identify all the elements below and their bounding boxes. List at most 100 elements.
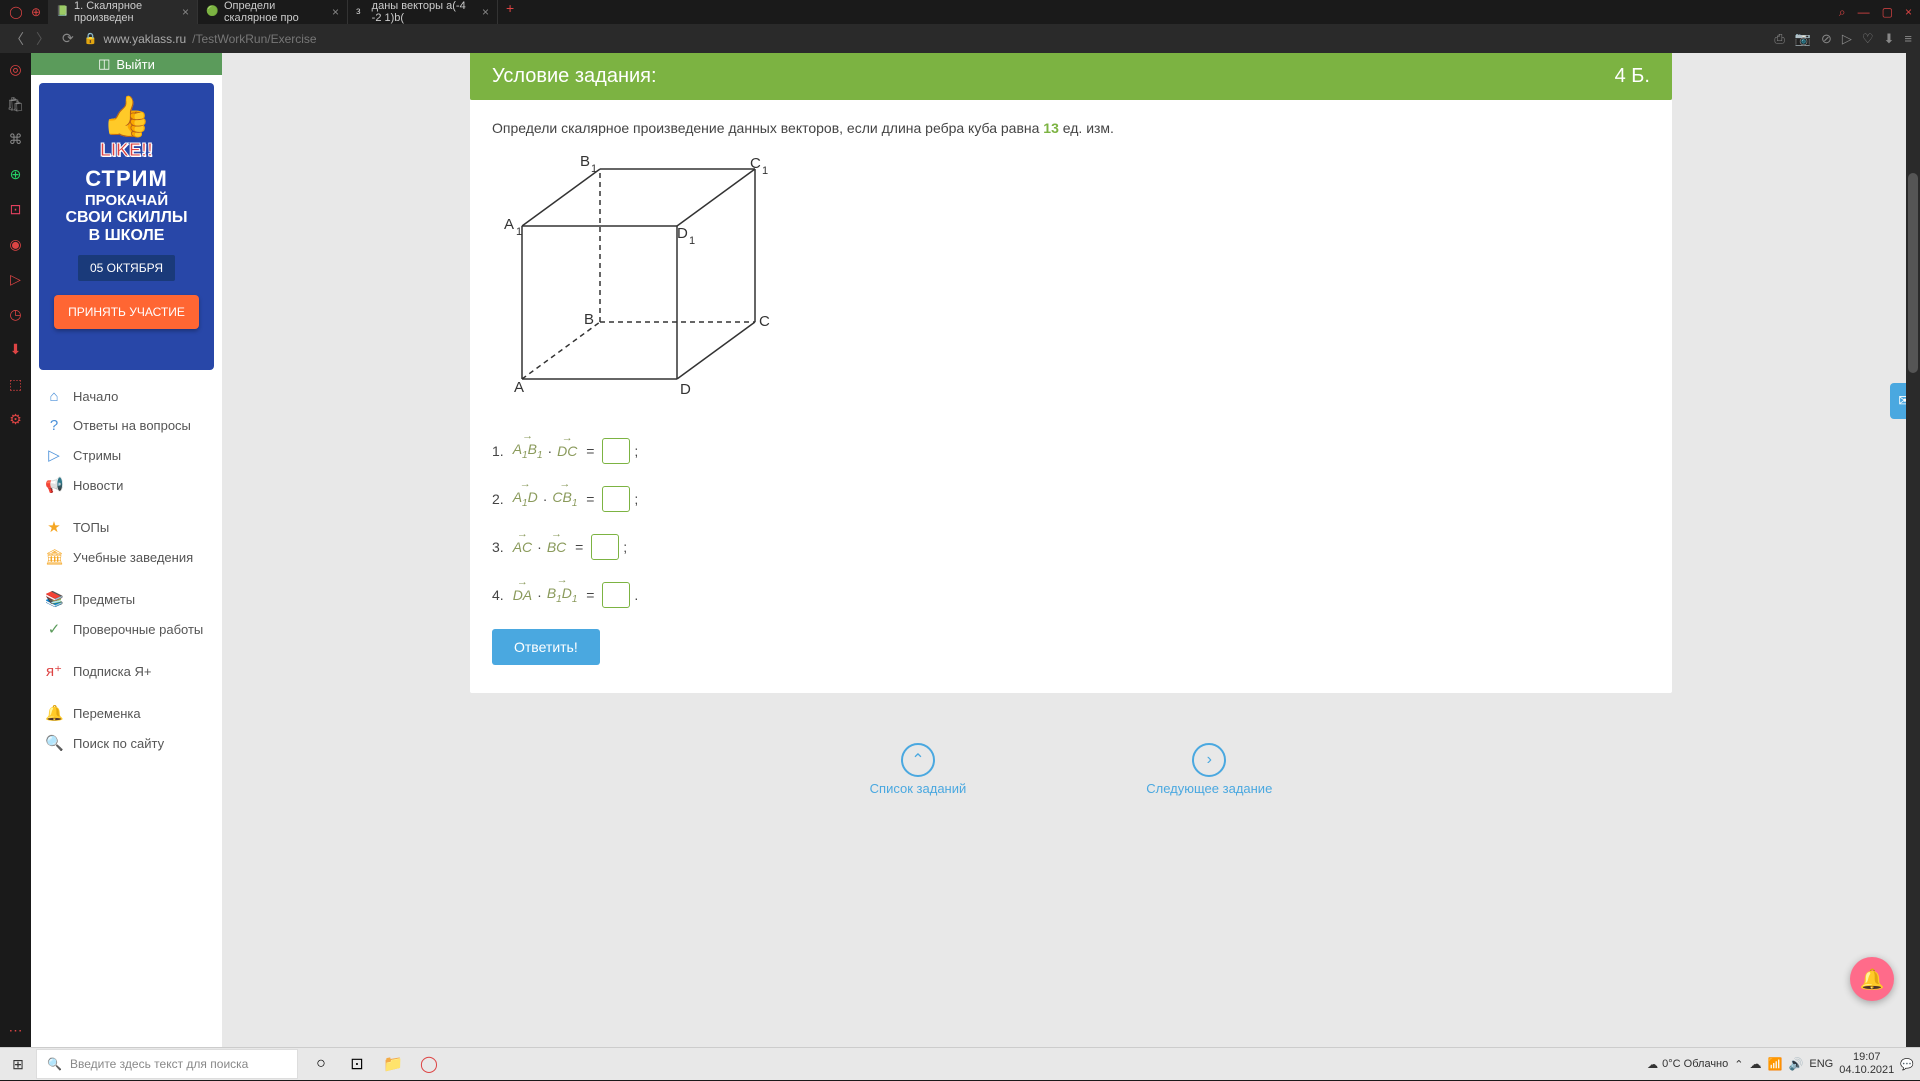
send-icon[interactable]: ▷ [1842,31,1852,47]
text: ед. изм. [1059,120,1114,136]
task-list-button[interactable]: ⌃ Список заданий [870,743,967,796]
maximize-button[interactable]: ▢ [1882,5,1893,20]
menu-icon: 🔍 [45,734,63,752]
volume-icon[interactable]: 🔊 [1788,1057,1803,1071]
download-icon[interactable]: ⬇ [10,341,22,358]
answer-input[interactable] [602,582,630,608]
sidebar-item[interactable]: 🔍Поиск по сайту [31,728,222,758]
sidebar-item[interactable]: 📢Новости [31,470,222,500]
back-button[interactable]: 〈 [8,27,26,51]
terminator: ; [634,443,638,459]
date: 04.10.2021 [1839,1064,1894,1077]
sidebar-item[interactable]: ✓Проверочные работы [31,614,222,644]
svg-text:D: D [680,381,691,398]
tray-chevron-icon[interactable]: ⌃ [1734,1058,1743,1071]
tab-1[interactable]: 📗 1. Скалярное произведен × [48,0,198,24]
reload-button[interactable]: ⟳ [60,28,76,49]
cloud-icon: ☁ [1647,1058,1658,1071]
taskview-icon[interactable]: ⊡ [344,1051,370,1077]
cortana-icon[interactable]: ○ [308,1051,334,1077]
more-icon[interactable]: ⋯ [9,1022,23,1039]
sidebar-item[interactable]: я⁺Подписка Я+ [31,656,222,686]
cart-icon[interactable]: 🛍 [7,96,25,113]
tab-2[interactable]: 🟢 Определи скалярное про × [198,0,348,24]
sidebar-item[interactable]: ?Ответы на вопросы [31,411,222,440]
menu-icon[interactable]: ≡ [1904,31,1912,46]
sidebar-item[interactable]: 📚Предметы [31,584,222,614]
ad-cta-button[interactable]: ПРИНЯТЬ УЧАСТИЕ [54,295,199,329]
notifications-icon[interactable]: 💬 [1900,1058,1914,1071]
nav-label: Следующее задание [1146,781,1272,796]
tab-label: 1. Скалярное произведен [74,0,176,24]
svg-text:1: 1 [516,226,522,238]
answer-input[interactable] [602,438,630,464]
menu-icon: 🔔 [45,704,63,722]
opera-icon: ◯ [8,4,24,20]
answer-button[interactable]: Ответить! [492,629,600,665]
play-icon[interactable]: ▷ [10,271,21,288]
target-icon[interactable]: ◎ [9,61,21,78]
opera-taskbar-icon[interactable]: ◯ [416,1051,442,1077]
whatsapp-icon[interactable]: ⊕ [10,166,22,183]
cube-diagram: A D B C A1 D1 B1 C1 [492,154,782,414]
screenshot-icon[interactable]: ⎙ [1774,31,1784,47]
ad-banner: 👍 LIKE!! СТРИМ ПРОКАЧАЙ СВОИ СКИЛЛЫ В ШК… [39,83,214,370]
close-button[interactable]: × [1905,5,1912,20]
gear-icon[interactable]: ⚙ [9,411,22,428]
exit-button[interactable]: ◫ Выйти [31,53,222,75]
camera-icon[interactable]: 📷 [1795,31,1811,47]
url-path: /TestWorkRun/Exercise [192,32,316,46]
ad-line: ПРОКАЧАЙ [85,192,168,209]
sidebar-item[interactable]: 🏛Учебные заведения [31,542,222,572]
vector: BC [546,539,567,555]
explorer-icon[interactable]: 📁 [380,1051,406,1077]
chevron-up-icon: ⌃ [901,743,935,777]
terminator: . [634,587,638,603]
twitch-icon[interactable]: ⌘ [9,131,23,148]
close-icon[interactable]: × [332,5,339,19]
sidebar-item[interactable]: ★ТОПы [31,512,222,542]
sidebar-item[interactable]: ⌂Начало [31,382,222,411]
add-tab-button[interactable]: + [498,0,522,24]
heart-icon[interactable]: ♡ [1862,31,1874,47]
search-icon[interactable]: ⌕ [1839,5,1846,20]
next-task-button[interactable]: › Следующее задание [1146,743,1272,796]
dot: · [537,587,542,603]
equation-row: 3.AC · BC = ; [492,533,1650,561]
titlebar: ◯ ⊕ 📗 1. Скалярное произведен × 🟢 Опреде… [0,0,1920,24]
answer-input[interactable] [602,486,630,512]
url-field[interactable]: 🔒 www.yaklass.ru/TestWorkRun/Exercise [84,32,1767,46]
block-icon[interactable]: ⊘ [1821,31,1832,47]
task-body: Определи скалярное произведение данных в… [470,100,1672,693]
page-content: ◫ Выйти 👍 LIKE!! СТРИМ ПРОКАЧАЙ СВОИ СКИ… [31,53,1920,1047]
close-icon[interactable]: × [182,5,189,19]
start-button[interactable]: ⊞ [0,1048,36,1081]
weather-widget[interactable]: ☁ 0°C Облачно [1647,1058,1728,1071]
ad-headline: СТРИМ [85,166,168,192]
cloud-sync-icon[interactable]: ☁ [1749,1057,1761,1071]
scrollbar[interactable] [1906,53,1920,1047]
answer-input[interactable] [591,534,619,560]
notifications-button[interactable]: 🔔 [1850,957,1894,1001]
cube-icon[interactable]: ⬚ [9,376,22,393]
sidebar-item[interactable]: 🔔Переменка [31,698,222,728]
wifi-icon[interactable]: 📶 [1767,1057,1782,1071]
book-icon: 📗 [56,6,68,18]
clock-icon[interactable]: ◷ [9,306,21,323]
scroll-thumb[interactable] [1908,173,1918,373]
clock[interactable]: 19:07 04.10.2021 [1839,1051,1894,1077]
address-bar: 〈 〉 ⟳ 🔒 www.yaklass.ru/TestWorkRun/Exerc… [0,24,1920,53]
discord-icon[interactable]: ⊕ [28,4,44,20]
minimize-button[interactable]: — [1858,5,1870,20]
tab-3[interactable]: з даны векторы a(-4 -2 1)b( × [348,0,498,24]
menu-label: Проверочные работы [73,622,203,637]
download-icon[interactable]: ⬇ [1884,31,1895,47]
instagram-icon[interactable]: ⊡ [10,201,22,218]
record-icon[interactable]: ◉ [9,236,21,253]
eq-number: 4. [492,587,504,603]
close-icon[interactable]: × [482,5,489,19]
taskbar-search[interactable]: 🔍 Введите здесь текст для поиска [36,1049,298,1079]
sidebar-item[interactable]: ▷Стримы [31,440,222,470]
forward-button[interactable]: 〉 [34,27,52,51]
language-indicator[interactable]: ENG [1809,1058,1833,1070]
